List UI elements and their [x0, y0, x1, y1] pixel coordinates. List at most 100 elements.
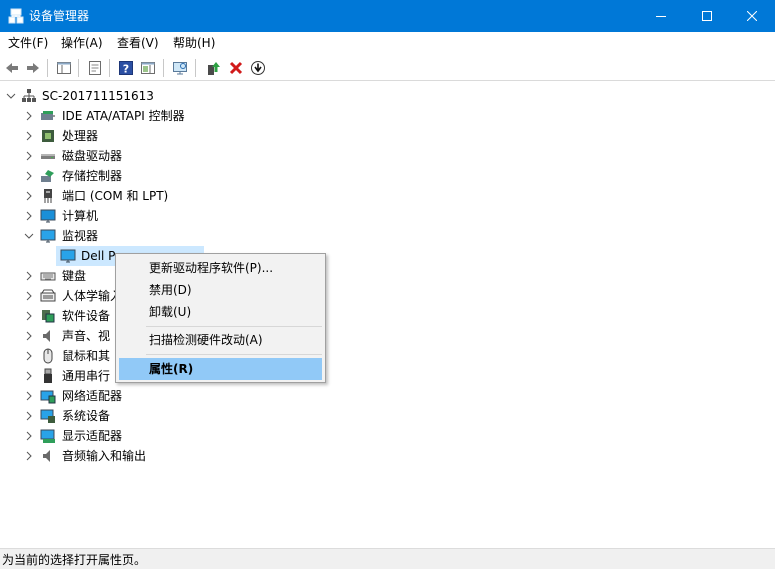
chevron-right-icon[interactable] [24, 191, 34, 201]
tree-item-label: 处理器 [62, 129, 99, 143]
tree-item-display-adapters[interactable]: 显示适配器 [0, 426, 300, 446]
context-menu-properties[interactable]: 属性(R) [119, 358, 322, 380]
toolbar-separator [163, 59, 164, 77]
menu-item-label: 属性(R) [149, 362, 194, 376]
hid-icon [40, 289, 56, 302]
tree-item-ide[interactable]: IDE ATA/ATAPI 控制器 [0, 106, 300, 126]
tree-item-label: 显示适配器 [62, 429, 123, 443]
minimize-icon [656, 16, 666, 17]
tree-item-ports[interactable]: 端口 (COM 和 LPT) [0, 186, 300, 206]
chevron-right-icon[interactable] [24, 271, 34, 281]
chevron-right-icon[interactable] [24, 431, 34, 441]
help-button[interactable]: ? [116, 58, 136, 78]
maximize-button[interactable] [684, 0, 730, 32]
tree-item-label: 人体学输入 [62, 289, 123, 303]
monitor-icon [40, 229, 56, 243]
chevron-down-icon[interactable] [24, 231, 34, 241]
network-adapter-icon [40, 390, 56, 404]
tree-item-disk-drives[interactable]: 磁盘驱动器 [0, 146, 300, 166]
console-tree-button[interactable] [54, 58, 74, 78]
monitor-icon [60, 249, 76, 263]
properties-button[interactable] [85, 58, 105, 78]
storage-controller-icon [41, 170, 54, 182]
close-icon [747, 11, 757, 21]
tree-item-label: 磁盘驱动器 [62, 149, 123, 163]
chevron-right-icon[interactable] [24, 351, 34, 361]
uninstall-icon [229, 61, 243, 75]
menu-view[interactable]: 查看(V) [117, 36, 159, 51]
tree-item-label: 通用串行 [62, 369, 111, 383]
tree-item-monitors[interactable]: 监视器 [0, 226, 300, 246]
tree-item-processor[interactable]: 处理器 [0, 126, 300, 146]
disable-icon [251, 61, 265, 75]
chevron-right-icon[interactable] [24, 151, 34, 161]
chevron-right-icon[interactable] [24, 331, 34, 341]
processor-icon [42, 130, 54, 142]
chevron-right-icon[interactable] [24, 291, 34, 301]
menu-item-label: 扫描检测硬件改动(A) [149, 333, 263, 347]
tree-root[interactable]: SC-201711151613 [0, 86, 300, 106]
menu-item-label: 卸载(U) [149, 305, 192, 319]
chevron-right-icon[interactable] [24, 451, 34, 461]
menu-action[interactable]: 操作(A) [61, 36, 103, 51]
tree-item-label: 计算机 [62, 209, 99, 223]
menu-help[interactable]: 帮助(H) [173, 36, 215, 51]
forward-icon [27, 63, 39, 73]
chevron-down-icon[interactable] [6, 91, 16, 101]
sound-icon [43, 330, 50, 342]
uninstall-button[interactable] [226, 58, 246, 78]
tree-item-label: Dell P [81, 249, 116, 263]
tree-item-audio-io[interactable]: 音频输入和输出 [0, 446, 300, 466]
chevron-right-icon[interactable] [24, 311, 34, 321]
context-menu-uninstall[interactable]: 卸载(U) [119, 301, 322, 323]
chevron-right-icon[interactable] [24, 111, 34, 121]
chevron-right-icon[interactable] [24, 171, 34, 181]
tree-item-label: 监视器 [62, 229, 99, 243]
maximize-icon [702, 11, 712, 21]
tree-item-network-adapters[interactable]: 网络适配器 [0, 386, 300, 406]
port-icon [44, 189, 52, 203]
forward-button[interactable] [23, 58, 43, 78]
chevron-right-icon[interactable] [24, 411, 34, 421]
scan-hardware-button[interactable] [170, 58, 190, 78]
tree-item-label: 系统设备 [62, 409, 111, 423]
tree-item-label: 键盘 [62, 269, 87, 283]
tree-item-system-devices[interactable]: 系统设备 [0, 406, 300, 426]
tree-root-label: SC-201711151613 [42, 89, 154, 103]
tree-item-label: 声音、视 [62, 329, 111, 343]
toolbar-separator [47, 59, 48, 77]
minimize-button[interactable] [638, 0, 684, 32]
tree-item-storage-controllers[interactable]: 存储控制器 [0, 166, 300, 186]
audio-io-icon [43, 450, 50, 462]
keyboard-icon [40, 272, 56, 281]
chevron-right-icon[interactable] [24, 131, 34, 141]
status-bar: 为当前的选择打开属性页。 [0, 548, 775, 569]
tree-item-label: 存储控制器 [62, 169, 123, 183]
toolbar-separator [78, 59, 79, 77]
update-driver-button[interactable] [203, 58, 223, 78]
chevron-right-icon[interactable] [24, 391, 34, 401]
menu-file[interactable]: 文件(F) [8, 36, 48, 51]
tree-item-label: 鼠标和其 [62, 349, 111, 363]
computer-icon [40, 209, 56, 223]
mouse-icon [43, 348, 53, 364]
disk-drive-icon [41, 154, 55, 159]
context-menu-update-driver[interactable]: 更新驱动程序软件(P)... [119, 257, 322, 279]
back-button[interactable] [2, 58, 22, 78]
disable-button[interactable] [248, 58, 268, 78]
menu-bar: 文件(F) 操作(A) 查看(V) 帮助(H) [0, 32, 775, 55]
menu-separator [146, 326, 322, 327]
scan-hardware-icon [173, 62, 187, 75]
context-menu-disable[interactable]: 禁用(D) [119, 279, 322, 301]
tree-item-computer[interactable]: 计算机 [0, 206, 300, 226]
chevron-right-icon[interactable] [24, 211, 34, 221]
context-menu-scan-hardware[interactable]: 扫描检测硬件改动(A) [119, 329, 322, 351]
system-device-icon [40, 409, 55, 423]
action-pane-button[interactable] [138, 58, 158, 78]
chevron-right-icon[interactable] [24, 371, 34, 381]
show-hide-console-tree-icon [57, 62, 71, 74]
context-menu: 更新驱动程序软件(P)... 禁用(D) 卸载(U) 扫描检测硬件改动(A) 属… [115, 253, 326, 383]
tree-item-label: 音频输入和输出 [62, 449, 147, 463]
close-button[interactable] [729, 0, 775, 32]
window-title: 设备管理器 [29, 9, 90, 23]
